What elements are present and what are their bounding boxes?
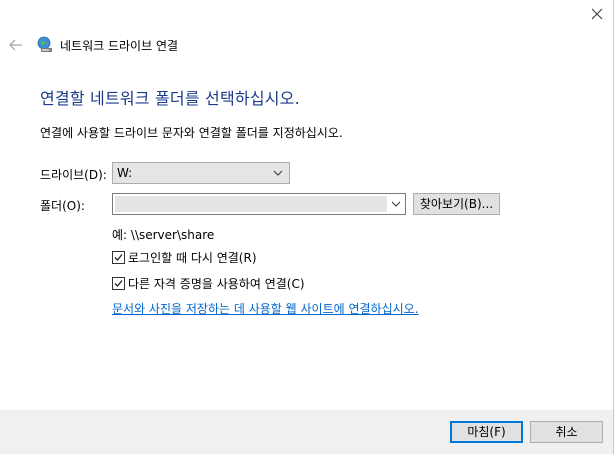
drive-letter-select[interactable]: W: bbox=[112, 162, 290, 184]
back-arrow-icon bbox=[9, 39, 22, 51]
other-credentials-checkbox-row[interactable]: 다른 자격 증명을 사용하여 연결(C) bbox=[112, 276, 305, 291]
reconnect-label: 로그인할 때 다시 연결(R) bbox=[128, 250, 257, 265]
page-description: 연결에 사용할 드라이브 문자와 연결할 폴더를 지정하십시오. bbox=[40, 126, 343, 140]
drive-label: 드라이브(D): bbox=[40, 168, 107, 182]
checkmark-icon bbox=[114, 253, 123, 261]
map-network-drive-dialog: 네트워크 드라이브 연결 연결할 네트워크 폴더를 선택하십시오. 연결에 사용… bbox=[0, 0, 614, 454]
reconnect-checkbox-row[interactable]: 로그인할 때 다시 연결(R) bbox=[112, 250, 257, 265]
browse-button[interactable]: 찾아보기(B)... bbox=[413, 193, 500, 215]
other-credentials-label: 다른 자격 증명을 사용하여 연결(C) bbox=[128, 276, 305, 291]
folder-combobox bbox=[112, 193, 406, 215]
network-drive-icon bbox=[37, 36, 52, 52]
cancel-button[interactable]: 취소 bbox=[530, 421, 603, 443]
chevron-down-icon bbox=[391, 201, 401, 207]
finish-button[interactable]: 마침(F) bbox=[450, 421, 523, 443]
folder-input[interactable] bbox=[115, 196, 387, 212]
back-button[interactable] bbox=[8, 38, 24, 52]
close-icon bbox=[591, 8, 603, 20]
checkmark-icon bbox=[114, 279, 123, 287]
reconnect-checkbox[interactable] bbox=[112, 250, 125, 264]
folder-example-text: 예: \\server\share bbox=[112, 228, 215, 242]
dialog-footer: 마침(F) 취소 bbox=[0, 410, 613, 454]
close-button[interactable] bbox=[588, 5, 606, 23]
drive-letter-value: W: bbox=[117, 166, 133, 180]
window-title: 네트워크 드라이브 연결 bbox=[60, 39, 179, 53]
page-heading: 연결할 네트워크 폴더를 선택하십시오. bbox=[40, 89, 300, 108]
folder-label: 폴더(O): bbox=[40, 199, 85, 213]
folder-dropdown-button[interactable] bbox=[387, 194, 405, 214]
chevron-down-icon bbox=[273, 170, 283, 176]
connect-website-link[interactable]: 문서와 사진을 저장하는 데 사용할 웹 사이트에 연결하십시오. bbox=[112, 300, 419, 317]
other-credentials-checkbox[interactable] bbox=[112, 276, 125, 290]
